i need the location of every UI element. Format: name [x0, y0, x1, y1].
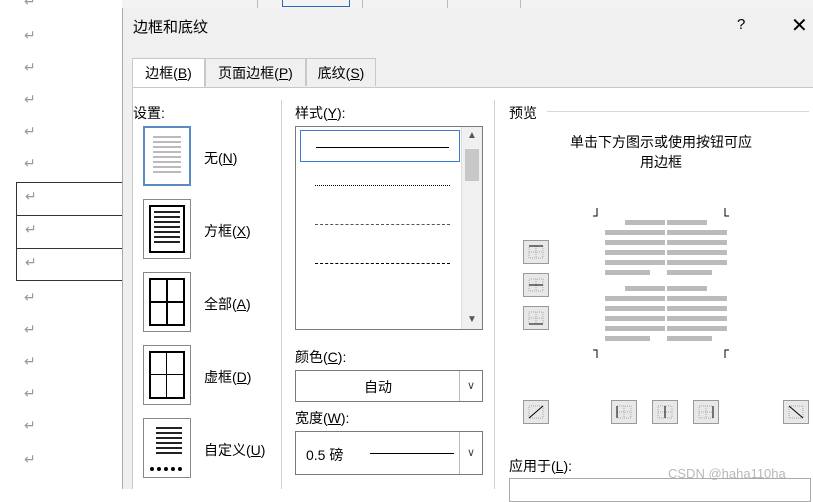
setting-all-label: 全部(A): [204, 296, 251, 312]
width-dropdown[interactable]: 0.5 磅 ∨: [295, 431, 483, 475]
paragraph-mark: ↵: [24, 28, 36, 44]
line-style-dotted[interactable]: [300, 169, 460, 201]
line-style-dashed[interactable]: [300, 247, 460, 279]
document-table: ↵ ↵ ↵: [16, 182, 126, 281]
paragraph-mark: ↵: [24, 452, 36, 468]
preview-rule: [547, 111, 809, 112]
preview-label: 预览: [509, 105, 537, 121]
close-button[interactable]: ✕: [791, 13, 808, 37]
chevron-down-icon[interactable]: ∨: [459, 432, 482, 474]
scroll-thumb[interactable]: [465, 149, 479, 181]
right-border-icon[interactable]: [693, 400, 719, 424]
settings-label: 设置:: [133, 105, 165, 121]
dialog-title: 边框和底纹: [133, 19, 209, 36]
setting-custom-label: 自定义(U): [204, 442, 266, 458]
setting-grid-button[interactable]: [143, 345, 191, 405]
preview-hint: 单击下方图示或使用按钮可应 用边框: [570, 134, 752, 170]
color-dropdown[interactable]: 自动 ∨: [295, 370, 483, 402]
divider: [494, 100, 495, 489]
paragraph-mark: ↵: [24, 290, 36, 306]
paragraph-mark: ↵: [25, 189, 37, 205]
preview-document[interactable]: [593, 208, 733, 358]
help-button[interactable]: ?: [737, 16, 745, 33]
line-style-dash-dot[interactable]: [300, 287, 460, 319]
tab-shading[interactable]: 底纹(S): [306, 58, 376, 86]
line-style-solid[interactable]: [300, 130, 460, 162]
chevron-down-icon[interactable]: ∨: [459, 371, 482, 401]
inside-vertical-border-icon[interactable]: [652, 400, 678, 424]
diagonal-down-border-icon[interactable]: [783, 400, 809, 424]
paragraph-mark: ↵: [24, 0, 36, 10]
paragraph-mark: ↵: [24, 124, 36, 140]
width-value: 0.5 磅: [306, 447, 344, 463]
diagonal-up-border-icon[interactable]: [523, 400, 549, 424]
scroll-up-icon[interactable]: ▲: [462, 130, 482, 141]
setting-none-button[interactable]: [143, 126, 191, 186]
setting-box-label: 方框(X): [204, 223, 251, 239]
left-border-icon[interactable]: [611, 400, 637, 424]
color-label: 颜色(C):: [295, 349, 347, 365]
setting-custom-button[interactable]: [143, 418, 191, 478]
top-border-icon[interactable]: [523, 240, 549, 264]
line-style-list[interactable]: ▲ ▼: [295, 126, 483, 330]
bottom-border-icon[interactable]: [523, 306, 549, 330]
paragraph-mark: ↵: [24, 418, 36, 434]
paragraph-mark: ↵: [24, 92, 36, 108]
paragraph-mark: ↵: [24, 386, 36, 402]
scroll-down-icon[interactable]: ▼: [462, 314, 482, 325]
tab-borders[interactable]: 边框(B): [132, 58, 205, 88]
paragraph-mark: ↵: [24, 156, 36, 172]
paragraph-mark: ↵: [25, 255, 37, 271]
paragraph-mark: ↵: [24, 322, 36, 338]
style-label: 样式(Y):: [295, 105, 346, 121]
color-value: 自动: [364, 379, 392, 395]
setting-grid-label: 虚框(D): [204, 369, 252, 385]
style-list-scrollbar[interactable]: ▲ ▼: [461, 127, 482, 329]
setting-all-button[interactable]: [143, 272, 191, 332]
paragraph-mark: ↵: [24, 354, 36, 370]
watermark: CSDN @haha110ha: [668, 466, 786, 481]
inside-horizontal-border-icon[interactable]: [523, 273, 549, 297]
paragraph-mark: ↵: [24, 60, 36, 76]
apply-to-dropdown[interactable]: [509, 478, 811, 502]
width-label: 宽度(W):: [295, 410, 350, 426]
divider: [281, 100, 282, 489]
setting-none-label: 无(N): [204, 150, 238, 166]
line-style-fine-dashed[interactable]: [300, 208, 460, 240]
apply-to-label: 应用于(L):: [509, 458, 573, 474]
setting-box-button[interactable]: [143, 199, 191, 259]
borders-shading-dialog: 边框和底纹 ? ✕ 边框(B) 页面边框(P) 底纹(S) 设置: 无(N) 方…: [122, 8, 813, 502]
tab-page-border[interactable]: 页面边框(P): [205, 58, 306, 86]
paragraph-mark: ↵: [25, 222, 37, 238]
